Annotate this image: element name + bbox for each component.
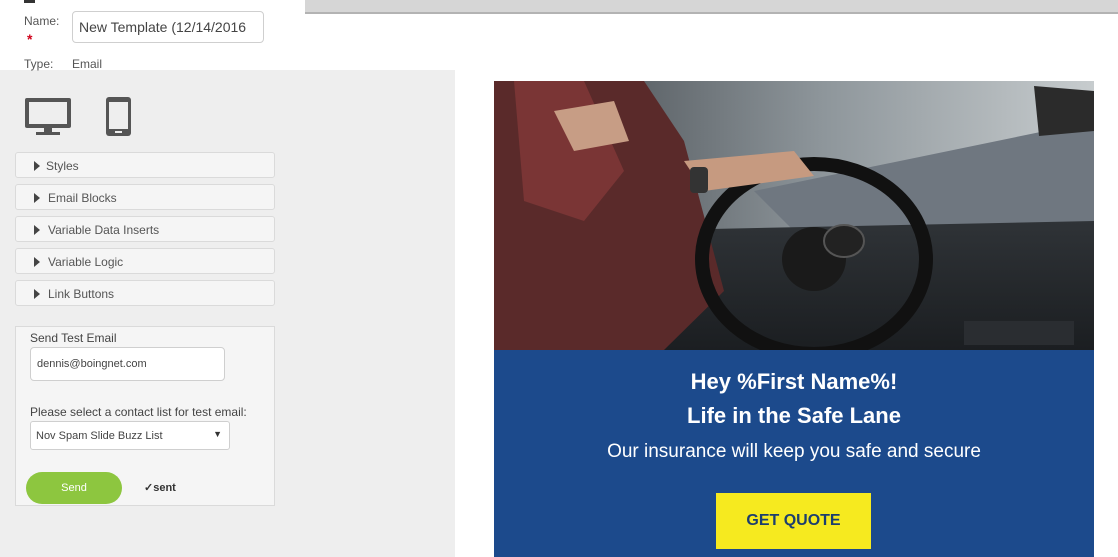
hero-image <box>494 81 1094 350</box>
accordion-label: Variable Data Inserts <box>48 223 160 237</box>
desktop-icon[interactable] <box>24 97 74 142</box>
accordion-email-blocks[interactable]: Email Blocks <box>15 184 275 210</box>
sent-status-label: sent <box>153 482 176 494</box>
accordion-link-buttons[interactable]: Link Buttons <box>15 280 275 306</box>
checkmark-icon: ✓ <box>144 482 154 494</box>
caret-right-icon <box>34 161 40 171</box>
required-indicator: * <box>27 31 33 47</box>
get-quote-button[interactable]: GET QUOTE <box>716 493 871 549</box>
test-email-input[interactable]: dennis@boingnet.com <box>30 347 225 381</box>
send-test-email-panel: Send Test Email dennis@boingnet.com Plea… <box>15 326 275 506</box>
contact-list-select[interactable]: Nov Spam Slide Buzz List ▼ <box>30 421 230 450</box>
email-banner: Hey %First Name%! Life in the Safe Lane … <box>494 350 1094 557</box>
sent-status: ✓sent <box>144 481 176 494</box>
caret-right-icon <box>34 225 40 235</box>
type-label: Type: <box>24 57 54 71</box>
accordion-variable-data-inserts[interactable]: Variable Data Inserts <box>15 216 275 242</box>
headline-greeting: Hey %First Name%! <box>690 369 898 394</box>
type-value: Email <box>72 57 103 71</box>
template-name-input[interactable]: New Template (12/14/2016 <box>72 11 264 43</box>
send-button[interactable]: Send <box>26 472 122 504</box>
accordion-variable-logic[interactable]: Variable Logic <box>15 248 275 274</box>
headline-subtitle: Our insurance will keep you safe and sec… <box>607 441 981 462</box>
headline-title: Life in the Safe Lane <box>687 403 901 428</box>
caret-right-icon <box>34 257 40 267</box>
accordion-styles[interactable]: Styles <box>15 152 275 178</box>
collapse-handle[interactable] <box>24 0 35 3</box>
accordion-label: Variable Logic <box>48 255 124 269</box>
editor-canvas-top-bar <box>305 0 1118 14</box>
name-label: Name: <box>24 14 60 28</box>
editor-sidebar: Name: * New Template (12/14/2016 Type: E… <box>0 0 305 557</box>
accordion-label: Styles <box>46 159 79 173</box>
contact-list-selected: Nov Spam Slide Buzz List <box>36 430 163 442</box>
send-test-email-title: Send Test Email <box>30 331 117 345</box>
accordion-label: Email Blocks <box>48 191 117 205</box>
mobile-icon[interactable] <box>105 97 133 142</box>
caret-right-icon <box>34 289 40 299</box>
dropdown-arrow-icon: ▼ <box>213 429 222 439</box>
caret-right-icon <box>34 193 40 203</box>
contact-list-label: Please select a contact list for test em… <box>30 405 247 419</box>
accordion-label: Link Buttons <box>48 287 115 301</box>
